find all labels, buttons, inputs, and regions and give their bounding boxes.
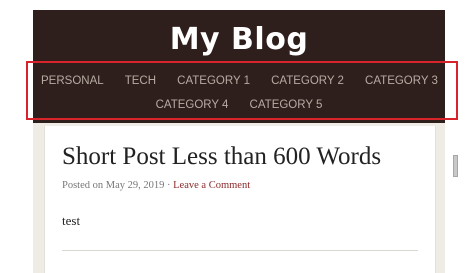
nav-item-category-3[interactable]: CATEGORY 3 [365,74,438,88]
nav-item-category-5[interactable]: CATEGORY 5 [250,98,323,112]
nav-row-1: PERSONAL TECH CATEGORY 1 CATEGORY 2 CATE… [33,69,445,88]
nav-item-category-1[interactable]: CATEGORY 1 [177,74,250,88]
nav-item-tech[interactable]: TECH [125,74,156,88]
site-title[interactable]: My Blog [33,20,445,60]
nav-row-2: CATEGORY 4 CATEGORY 5 [33,93,445,112]
post-body: test [62,213,81,228]
nav-item-personal[interactable]: PERSONAL [41,74,104,88]
post-date[interactable]: May 29, 2019 [106,180,165,191]
post-meta: Posted on May 29, 2019 · Leave a Comment [62,180,250,191]
nav-item-category-2[interactable]: CATEGORY 2 [271,74,344,88]
post-divider [62,250,418,251]
scrollbar-thumb[interactable] [453,155,458,177]
leave-comment-link[interactable]: Leave a Comment [173,180,250,191]
post-meta-separator: · [164,180,174,191]
nav-item-category-4[interactable]: CATEGORY 4 [156,98,229,112]
post-meta-prefix: Posted on [62,180,106,191]
post-title[interactable]: Short Post Less than 600 Words [62,142,381,172]
main-navigation: PERSONAL TECH CATEGORY 1 CATEGORY 2 CATE… [33,63,445,118]
